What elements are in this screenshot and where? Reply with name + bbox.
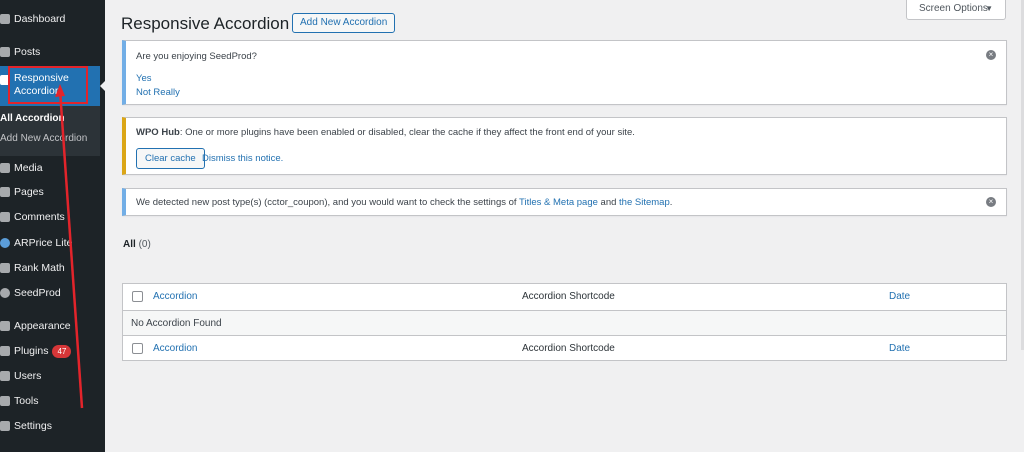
column-footer-date[interactable]: Date <box>889 343 910 354</box>
sidebar-item-label: Plugins <box>14 345 49 357</box>
sidebar-item-posts[interactable]: Posts <box>0 40 105 64</box>
sidebar-item-seedprod[interactable]: SeedProd <box>0 281 105 305</box>
seedprod-icon <box>0 288 10 298</box>
brush-icon <box>0 321 10 331</box>
sidebar-item-label: Tools <box>14 395 39 407</box>
select-all-checkbox-footer[interactable] <box>132 343 143 354</box>
submenu-item-all-accordion[interactable]: All Accordion <box>0 113 65 124</box>
add-new-accordion-button[interactable]: Add New Accordion <box>292 13 396 33</box>
page-title: Responsive Accordion <box>121 14 290 33</box>
comment-icon <box>0 212 10 222</box>
sitemap-link[interactable]: the Sitemap <box>619 197 670 208</box>
wpo-hub-prefix: WPO Hub <box>136 127 180 138</box>
wpo-hub-notice: WPO Hub: One or more plugins have been e… <box>122 117 1007 175</box>
sidebar-item-label: Posts <box>14 46 41 58</box>
filter-all[interactable]: All <box>123 239 136 250</box>
sidebar-item-dashboard[interactable]: Dashboard <box>0 7 105 31</box>
sidebar-item-label: Settings <box>14 420 52 432</box>
select-all-checkbox[interactable] <box>132 291 143 302</box>
seedprod-yes-link[interactable]: Yes <box>136 73 152 84</box>
wpo-hub-text: : One or more plugins have been enabled … <box>179 127 635 138</box>
submenu-item-add-new-accordion[interactable]: Add New Accordion <box>0 133 87 144</box>
plugin-icon <box>0 346 10 356</box>
seedprod-question: Are you enjoying SeedProd? <box>136 51 257 62</box>
column-header-shortcode: Accordion Shortcode <box>522 291 615 302</box>
sidebar-item-tools[interactable]: Tools <box>0 389 105 413</box>
screen-options-toggle[interactable]: Screen Options ▼ <box>906 0 1006 20</box>
rankmath-text-before: We detected new post type(s) (cctor_coup… <box>136 197 520 208</box>
caret-down-icon: ▼ <box>985 4 993 13</box>
dashboard-icon <box>0 14 10 24</box>
sidebar-item-label: SeedProd <box>14 287 61 299</box>
sidebar-item-pages[interactable]: Pages <box>0 180 105 204</box>
arprice-icon <box>0 238 10 248</box>
column-header-date[interactable]: Date <box>889 291 910 302</box>
sidebar-item-label: Dashboard <box>14 13 66 25</box>
sidebar-item-users[interactable]: Users <box>0 364 105 388</box>
titles-meta-link[interactable]: Titles & Meta page <box>519 197 598 208</box>
rankmath-message: We detected new post type(s) (cctor_coup… <box>136 197 672 208</box>
filter-all-count: (0) <box>138 239 151 250</box>
status-filter: All (0) <box>123 239 151 250</box>
highlight-box <box>8 66 88 104</box>
sidebar-item-label: Comments <box>14 211 65 223</box>
sidebar-item-label: Pages <box>14 186 44 198</box>
dismiss-icon[interactable]: × <box>986 50 996 60</box>
sidebar-item-label: Appearance <box>14 320 71 332</box>
accordion-list-table: Accordion Accordion Shortcode Date No Ac… <box>122 283 1007 361</box>
pin-icon <box>0 47 10 57</box>
sidebar-item-rank-math[interactable]: Rank Math <box>0 256 105 280</box>
table-footer-row: Accordion Accordion Shortcode Date <box>123 336 1006 362</box>
media-icon <box>0 163 10 173</box>
current-menu-arrow <box>100 80 106 92</box>
dismiss-icon[interactable]: × <box>986 197 996 207</box>
wpo-hub-message: WPO Hub: One or more plugins have been e… <box>136 127 635 138</box>
no-items-message: No Accordion Found <box>131 318 222 329</box>
sidebar-item-label: Users <box>14 370 42 382</box>
sidebar-item-label: ARPrice Lite <box>14 237 73 249</box>
sidebar-item-arprice-lite[interactable]: ARPrice Lite <box>0 231 105 255</box>
table-header-row: Accordion Accordion Shortcode Date <box>123 284 1006 310</box>
sidebar-item-media[interactable]: Media <box>0 156 105 180</box>
plugins-update-badge: 47 <box>52 344 72 358</box>
rankmath-icon <box>0 263 10 273</box>
sidebar-item-label: Media <box>14 162 43 174</box>
rankmath-post-type-notice: We detected new post type(s) (cctor_coup… <box>122 188 1007 216</box>
submenu: All Accordion Add New Accordion <box>0 106 100 156</box>
rankmath-text-between: and <box>597 197 620 208</box>
table-row: No Accordion Found <box>123 310 1006 336</box>
column-footer-shortcode: Accordion Shortcode <box>522 343 615 354</box>
seedprod-not-really-link[interactable]: Not Really <box>136 87 180 98</box>
rankmath-text-after: . <box>669 197 673 208</box>
sidebar-item-plugins[interactable]: Plugins 47 <box>0 339 105 363</box>
sidebar-item-settings[interactable]: Settings <box>0 414 105 438</box>
sidebar-item-appearance[interactable]: Appearance <box>0 314 105 338</box>
sidebar-item-comments[interactable]: Comments <box>0 205 105 229</box>
column-header-accordion[interactable]: Accordion <box>153 291 197 302</box>
screen-options-label: Screen Options <box>919 3 988 14</box>
seedprod-feedback-notice: Are you enjoying SeedProd? Yes Not Reall… <box>122 40 1007 105</box>
column-footer-accordion[interactable]: Accordion <box>153 343 197 354</box>
page-icon <box>0 187 10 197</box>
users-icon <box>0 371 10 381</box>
sidebar-item-label: Rank Math <box>14 262 65 274</box>
dismiss-notice-link[interactable]: Dismiss this notice. <box>202 153 283 164</box>
settings-icon <box>0 421 10 431</box>
clear-cache-button[interactable]: Clear cache <box>136 148 205 169</box>
wrench-icon <box>0 396 10 406</box>
